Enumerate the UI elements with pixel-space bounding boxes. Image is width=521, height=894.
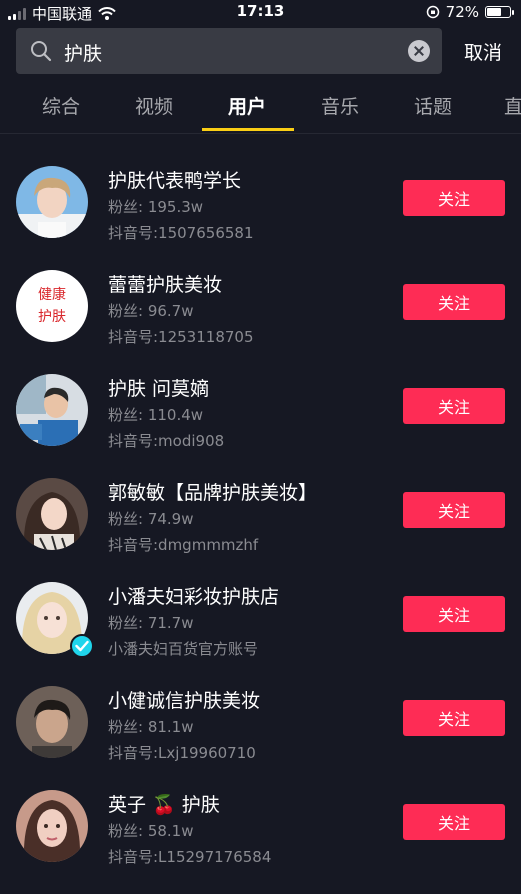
user-name: 英子 🍒 护肤 (108, 790, 220, 817)
list-item[interactable]: 健康 护肤 蕾蕾护肤美妆 粉丝: 96.7w 抖音号:1253118705 关注 (0, 270, 521, 374)
user-name: 小潘夫妇彩妆护肤店 (108, 586, 280, 608)
user-fans: 粉丝: 74.9w (108, 510, 194, 528)
status-right: 72% (426, 3, 514, 21)
user-id: 抖音号:1253118705 (108, 328, 254, 346)
avatar[interactable] (16, 686, 88, 758)
user-fans: 粉丝: 96.7w (108, 302, 194, 320)
user-name: 郭敏敏【品牌护肤美妆】 (108, 482, 318, 504)
avatar[interactable]: 健康 护肤 (16, 270, 88, 342)
list-item[interactable]: 小健诚信护肤美妆 粉丝: 81.1w 抖音号:Lxj19960710 关注 (0, 686, 521, 790)
search-input[interactable]: 护肤 (16, 28, 442, 74)
search-tabs: 综合 视频 用户 音乐 话题 直 (0, 92, 521, 132)
avatar[interactable] (16, 478, 88, 550)
tab-live-partial[interactable]: 直 (504, 92, 521, 119)
user-id: 抖音号:L15297176584 (108, 848, 272, 866)
list-item[interactable]: 护肤代表鸭学长 粉丝: 195.3w 抖音号:1507656581 关注 (0, 166, 521, 270)
list-item[interactable]: 护肤 问莫嫡 粉丝: 110.4w 抖音号:modi908 关注 (0, 374, 521, 478)
tab-topics[interactable]: 话题 (414, 92, 452, 119)
user-fans: 粉丝: 81.1w (108, 718, 194, 736)
avatar[interactable] (16, 374, 88, 446)
active-tab-indicator (202, 128, 294, 131)
avatar-text-line: 护肤 (38, 309, 66, 325)
list-item[interactable]: 郭敏敏【品牌护肤美妆】 粉丝: 74.9w 抖音号:dmgmmmzhf 关注 (0, 478, 521, 582)
user-name-prefix: 英子 (108, 794, 147, 816)
list-item[interactable]: 小潘夫妇彩妆护肤店 粉丝: 71.7w 小潘夫妇百货官方账号 关注 (0, 582, 521, 686)
list-item[interactable]: 英子 🍒 护肤 粉丝: 58.1w 抖音号:L15297176584 关注 (0, 790, 521, 894)
tab-users[interactable]: 用户 (228, 92, 266, 119)
user-id: 抖音号:Lxj19960710 (108, 744, 256, 762)
battery-fill (487, 8, 501, 16)
avatar[interactable] (16, 790, 88, 862)
user-name: 护肤 问莫嫡 (108, 378, 210, 400)
user-name: 蕾蕾护肤美妆 (108, 274, 223, 296)
cherry-emoji-icon: 🍒 (152, 794, 176, 816)
follow-button[interactable]: 关注 (403, 596, 505, 632)
follow-button[interactable]: 关注 (403, 180, 505, 216)
tab-comprehensive[interactable]: 综合 (42, 92, 80, 119)
clear-search-icon[interactable] (408, 40, 430, 62)
follow-button[interactable]: 关注 (403, 492, 505, 528)
tab-music[interactable]: 音乐 (321, 92, 359, 119)
user-fans: 粉丝: 195.3w (108, 198, 204, 216)
follow-button[interactable]: 关注 (403, 284, 505, 320)
user-name: 小健诚信护肤美妆 (108, 690, 261, 712)
user-fans: 粉丝: 71.7w (108, 614, 194, 632)
status-bar: 中国联通 17:13 72% (0, 0, 521, 23)
user-fans: 粉丝: 110.4w (108, 406, 204, 424)
user-name-suffix: 护肤 (181, 794, 220, 816)
verified-badge-icon (70, 634, 94, 658)
user-description: 小潘夫妇百货官方账号 (108, 640, 259, 658)
follow-button[interactable]: 关注 (403, 700, 505, 736)
tab-videos[interactable]: 视频 (135, 92, 173, 119)
search-query: 护肤 (64, 43, 103, 65)
user-id: 抖音号:1507656581 (108, 224, 254, 242)
user-fans: 粉丝: 58.1w (108, 822, 194, 840)
battery-icon (485, 6, 514, 18)
battery-percent: 72% (445, 3, 479, 21)
orientation-lock-icon (426, 5, 439, 19)
user-id: 抖音号:modi908 (108, 432, 225, 450)
follow-button[interactable]: 关注 (403, 388, 505, 424)
user-id: 抖音号:dmgmmmzhf (108, 536, 259, 554)
user-name: 护肤代表鸭学长 (108, 170, 242, 192)
avatar[interactable] (16, 166, 88, 238)
avatar-text-line: 健康 (38, 287, 66, 303)
cancel-button[interactable]: 取消 (464, 38, 502, 65)
follow-button[interactable]: 关注 (403, 804, 505, 840)
tabs-divider (0, 133, 521, 134)
search-icon (31, 41, 52, 62)
